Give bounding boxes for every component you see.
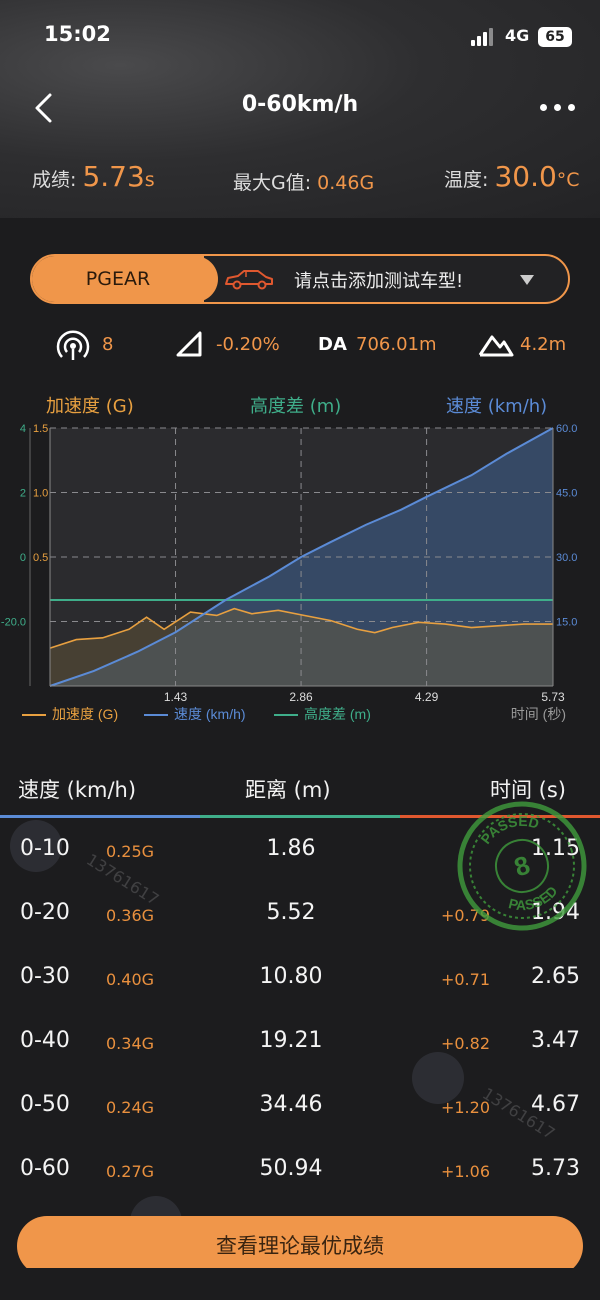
mountain-icon: [478, 335, 514, 357]
speed-divider-segment: [0, 815, 200, 818]
x-tick-label: 5.73: [541, 690, 565, 704]
temp-unit: °C: [556, 169, 580, 191]
da-metric: DA 706.01m: [318, 326, 458, 366]
maxg-value: 0.46: [317, 172, 360, 194]
elapsed-time: 2.65: [531, 964, 580, 989]
distance: 50.94: [259, 1156, 323, 1181]
table-row: 0-50 0.24G 34.46 +1.20 4.67: [0, 1076, 600, 1140]
satellite-count: 8: [102, 334, 114, 355]
temp-value: 30.0: [494, 160, 557, 193]
legend-label: 高度差 (m): [304, 706, 371, 722]
x-tick-label: 1.43: [164, 690, 188, 704]
time-delta: +1.06: [440, 1162, 490, 1181]
elapsed-time: 5.73: [531, 1156, 580, 1181]
battery-icon: 65: [538, 27, 572, 47]
time-delta: +0.71: [440, 970, 490, 989]
svg-text:PASSED: PASSED: [503, 880, 564, 919]
status-time: 15:02: [44, 22, 111, 46]
passed-stamp: PASSED PASSED 8: [457, 801, 587, 931]
score-value: 5.73: [82, 160, 145, 193]
distance-divider-segment: [200, 815, 400, 818]
score-stat: 成绩: 5.73s: [32, 160, 155, 193]
chart-axis-titles: 加速度 (G) 高度差 (m) 速度 (km/h): [0, 390, 600, 418]
result-stats: 成绩: 5.73s 最大G值: 0.46G 温度: 30.0°C: [0, 160, 600, 208]
right-tick-label: 60.0: [556, 423, 577, 435]
maxg-label: 最大G值:: [233, 172, 312, 194]
right-tick-label: 15.0: [556, 617, 577, 629]
brand-label: PGEAR: [32, 256, 218, 302]
stamp-number: 8: [510, 849, 533, 882]
left-outer-tick-label: 2: [20, 488, 26, 500]
view-optimal-result-button[interactable]: 查看理论最优成绩: [17, 1216, 583, 1276]
elevation-value: 4.2m: [520, 334, 567, 355]
da-label: DA: [318, 334, 347, 355]
distance: 34.46: [259, 1092, 323, 1117]
metrics-row: 8 -0.20% DA 706.01m 4.2m: [0, 326, 600, 366]
x-tick-label: 4.29: [415, 690, 439, 704]
temp-label: 温度:: [444, 169, 489, 191]
bottom-safe-area: [0, 1268, 600, 1300]
left-outer-tick-label: 0: [20, 552, 26, 564]
table-row: 0-60 0.27G 50.94 +1.06 5.73: [0, 1140, 600, 1204]
slope-metric: -0.20%: [174, 326, 304, 366]
right-tick-label: 30.0: [556, 552, 577, 564]
table-row: 0-40 0.34G 19.21 +0.82 3.47: [0, 1012, 600, 1076]
temp-stat: 温度: 30.0°C: [444, 160, 580, 193]
speed-column-header: 速度 (km/h): [18, 778, 137, 802]
x-tick-label: 2.86: [289, 690, 313, 704]
satellite-signal-icon: [56, 330, 90, 360]
time-delta: +1.20: [440, 1098, 490, 1117]
time-delta: +0.82: [440, 1034, 490, 1053]
slope-icon: [176, 331, 202, 357]
left-inner-tick-label: 1.5: [33, 423, 48, 435]
add-vehicle-prompt: 请点击添加测试车型!: [294, 271, 464, 292]
distance-column-header: 距离 (m): [245, 778, 331, 802]
legend-label: 速度 (km/h): [174, 706, 246, 722]
more-dots-icon[interactable]: [540, 104, 576, 112]
left-inner-tick-label: 0.5: [33, 552, 48, 564]
score-label: 成绩:: [32, 169, 77, 191]
right-tick-label: 45.0: [556, 488, 577, 500]
legend-label: 加速度 (G): [52, 706, 118, 722]
page-title: 0-60km/h: [241, 92, 359, 117]
car-icon: [225, 270, 273, 290]
elapsed-time: 4.67: [531, 1092, 580, 1117]
vehicle-selector[interactable]: PGEAR 请点击添加测试车型!: [30, 254, 570, 304]
left-outer-tick-label: 4: [20, 423, 26, 435]
signal-icon: [471, 28, 495, 46]
maxg-stat: 最大G值: 0.46G: [233, 168, 374, 195]
triangle-down-icon: [520, 275, 534, 285]
acceleration-chart: 4 2 0 -20.0 1.5 1.0 0.5 60.0 45.0 30.0 15.0 1.43 2.8…: [1, 423, 578, 722]
satellite-metric: 8: [56, 326, 126, 366]
da-value: 706.01m: [356, 334, 437, 355]
left-inner-tick-label: 1.0: [33, 488, 48, 500]
elapsed-time: 3.47: [531, 1028, 580, 1053]
score-unit: s: [144, 169, 155, 191]
network-type: 4G: [505, 26, 530, 45]
maxg-unit: G: [359, 172, 375, 194]
distance: 10.80: [259, 964, 323, 989]
slope-value: -0.20%: [216, 334, 280, 355]
distance: 19.21: [259, 1028, 323, 1053]
x-axis-label: 时间 (秒): [511, 706, 566, 722]
elevation-metric: 4.2m: [478, 326, 588, 366]
table-row: 0-30 0.40G 10.80 +0.71 2.65: [0, 948, 600, 1012]
stamp-bottom-text: PASSED: [503, 880, 564, 919]
nav-bar: 0-60km/h: [0, 80, 600, 136]
status-bar: 15:02 4G 65: [0, 0, 600, 70]
left-outer-tick-label: -20.0: [1, 617, 26, 629]
